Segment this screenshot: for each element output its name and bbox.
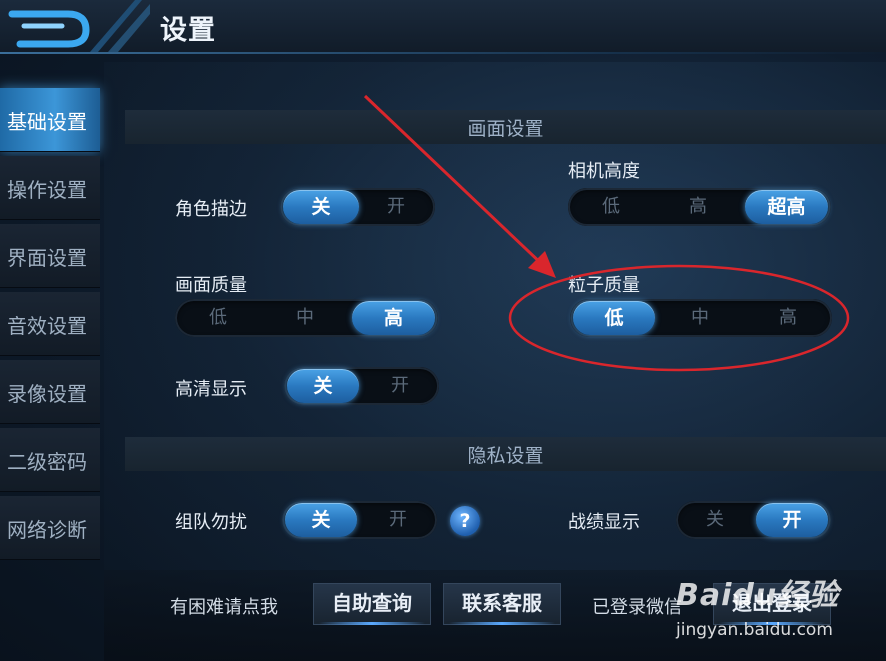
record-display-toggle: 关 开 (676, 501, 831, 539)
quality-selector: 低 中 高 (175, 299, 438, 337)
outline-toggle: 关 开 (280, 188, 435, 226)
section-title: 画面设置 (467, 118, 544, 140)
outline-option-off[interactable]: 关 (283, 190, 359, 224)
outline-label: 角色描边 (175, 199, 247, 220)
section-header-privacy: 隐私设置 (125, 437, 886, 471)
particle-selector: 低 中 高 (570, 299, 832, 337)
help-prompt-text: 有困难请点我 (170, 597, 278, 618)
camera-height-option-high[interactable]: 高 (655, 188, 741, 226)
sidebar-item-label: 基础设置 (7, 110, 87, 134)
quality-option-medium[interactable]: 中 (262, 299, 348, 337)
particle-option-low[interactable]: 低 (573, 301, 655, 335)
hd-label: 高清显示 (175, 379, 247, 400)
camera-height-option-low[interactable]: 低 (568, 188, 654, 226)
sidebar-item-label: 录像设置 (7, 382, 87, 406)
hd-option-off[interactable]: 关 (287, 369, 359, 403)
particle-option-high[interactable]: 高 (745, 299, 831, 337)
sidebar-item-controls[interactable]: 操作设置 (0, 156, 100, 220)
quality-option-high[interactable]: 高 (352, 301, 435, 335)
camera-height-option-ultra[interactable]: 超高 (745, 190, 828, 224)
contact-support-button[interactable]: 联系客服 (443, 583, 561, 625)
sidebar-item-replay[interactable]: 录像设置 (0, 360, 100, 424)
watermark-url: jingyan.baidu.com (676, 620, 833, 640)
sidebar-item-label: 操作设置 (7, 178, 87, 202)
sidebar-item-secondary-password[interactable]: 二级密码 (0, 428, 100, 492)
sidebar-item-audio[interactable]: 音效设置 (0, 292, 100, 356)
help-icon[interactable]: ? (450, 506, 480, 536)
particle-label: 粒子质量 (568, 275, 640, 296)
sidebar-item-label: 音效设置 (7, 314, 87, 338)
self-help-button[interactable]: 自助查询 (313, 583, 431, 625)
hd-option-on[interactable]: 开 (364, 367, 436, 405)
sidebar-item-basic[interactable]: 基础设置 (0, 88, 100, 152)
watermark-logo: Baidu经验 (676, 578, 840, 613)
header-bar: 设置 (0, 0, 886, 52)
sidebar-item-interface[interactable]: 界面设置 (0, 224, 100, 288)
hd-toggle: 关 开 (284, 367, 439, 405)
camera-height-selector: 低 高 超高 (568, 188, 831, 226)
sidebar-item-label: 界面设置 (7, 246, 87, 270)
team-dnd-label: 组队勿扰 (175, 512, 247, 533)
back-button[interactable] (0, 0, 150, 52)
section-title: 隐私设置 (467, 445, 544, 467)
team-dnd-option-off[interactable]: 关 (285, 503, 357, 537)
quality-option-low[interactable]: 低 (175, 299, 261, 337)
page-title: 设置 (160, 15, 216, 46)
team-dnd-toggle: 关 开 (282, 501, 437, 539)
header-divider (0, 52, 886, 54)
outline-option-on[interactable]: 开 (360, 188, 432, 226)
particle-option-medium[interactable]: 中 (657, 299, 743, 337)
sidebar-item-label: 网络诊断 (7, 518, 87, 542)
section-header-graphics: 画面设置 (125, 110, 886, 144)
sidebar-item-network[interactable]: 网络诊断 (0, 496, 100, 560)
record-display-option-off[interactable]: 关 (679, 501, 751, 539)
quality-label: 画面质量 (175, 275, 247, 296)
login-status-text: 已登录微信 (592, 597, 682, 618)
sidebar-item-label: 二级密码 (7, 450, 87, 474)
record-display-label: 战绩显示 (568, 512, 640, 533)
record-display-option-on[interactable]: 开 (756, 503, 828, 537)
team-dnd-option-on[interactable]: 开 (362, 501, 434, 539)
camera-height-label: 相机高度 (568, 161, 640, 182)
back-arrow-icon (8, 0, 150, 52)
